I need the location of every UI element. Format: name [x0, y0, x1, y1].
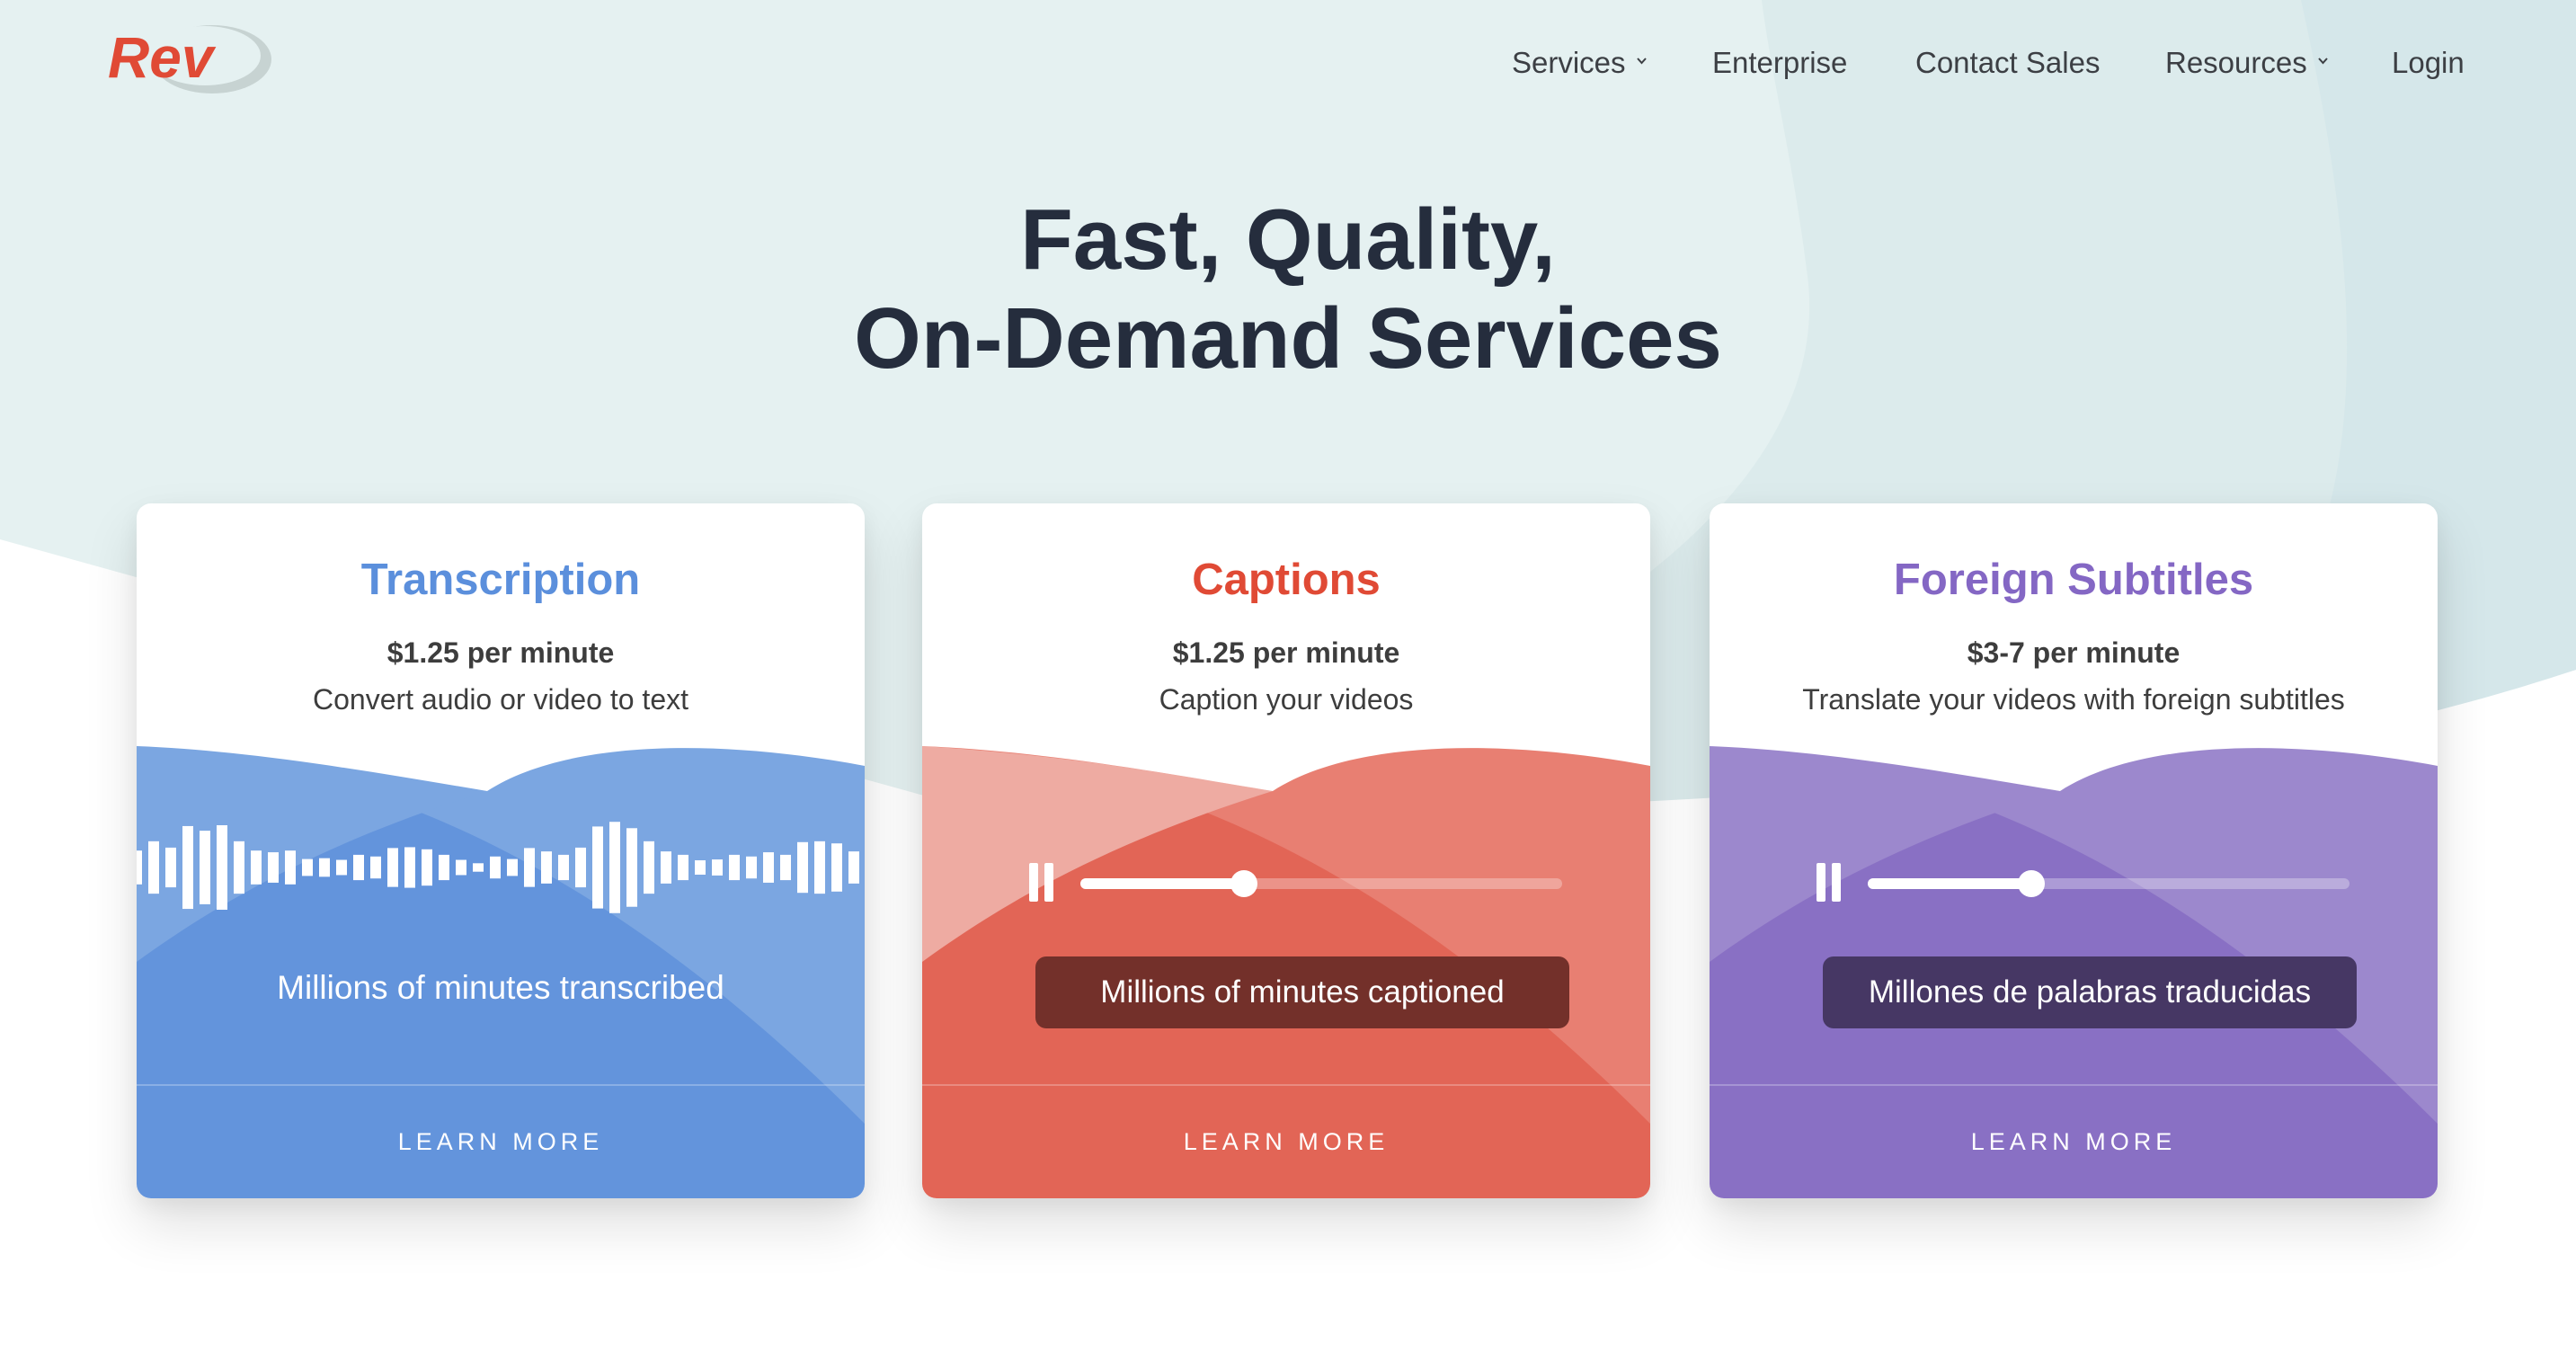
- learn-more-button[interactable]: LEARN MORE: [922, 1086, 1650, 1198]
- waveform-bar: [336, 859, 347, 876]
- card-description: Convert audio or video to text: [312, 683, 688, 716]
- nav-services-label: Services: [1512, 46, 1626, 79]
- card-stat: Millones de palabras traducidas: [1823, 956, 2357, 1028]
- waveform-bar: [370, 856, 381, 879]
- nav-contact-sales[interactable]: Contact Sales: [1915, 41, 2100, 85]
- waveform-bar: [661, 851, 671, 884]
- waveform-bar: [626, 828, 637, 907]
- waveform-bar: [609, 822, 620, 913]
- waveform-bar: [746, 856, 757, 879]
- waveform-bar: [575, 847, 586, 888]
- progress-slider[interactable]: [1080, 870, 1562, 897]
- progress-fill: [1080, 878, 1245, 889]
- waveform-bar: [695, 860, 706, 875]
- card-title: Foreign Subtitles: [1893, 556, 2254, 604]
- service-card-captions[interactable]: Captions $1.25 per minute Caption your v…: [922, 503, 1650, 1198]
- pause-button[interactable]: [1029, 863, 1054, 902]
- waveform-bar: [456, 859, 466, 876]
- card-stat: Millions of minutes captioned: [1035, 956, 1569, 1028]
- nav-enterprise-label: Enterprise: [1712, 46, 1848, 79]
- service-card-foreign-subtitles[interactable]: Foreign Subtitles $3-7 per minute Transl…: [1710, 503, 2438, 1198]
- waveform-bar: [200, 831, 210, 904]
- progress-fill: [1868, 878, 2032, 889]
- waveform-bar: [814, 841, 825, 894]
- waveform-bar: [353, 854, 364, 881]
- waveform-bar: [439, 854, 449, 881]
- waveform-bar: [644, 841, 654, 894]
- waveform-bar: [541, 851, 552, 884]
- waveform-bar: [387, 848, 398, 887]
- card-price: $1.25 per minute: [1172, 636, 1400, 669]
- waveform-bar: [148, 841, 159, 894]
- nav-enterprise[interactable]: Enterprise: [1712, 41, 1847, 85]
- audio-waveform: [137, 822, 859, 913]
- waveform-bar: [831, 843, 842, 892]
- page-title-line-1: Fast, Quality,: [1020, 191, 1556, 288]
- card-title: Transcription: [360, 556, 641, 604]
- pause-icon-bar: [1817, 863, 1825, 902]
- waveform-bar: [848, 851, 859, 884]
- pause-icon-bar: [1044, 863, 1053, 902]
- waveform-bar: [592, 826, 603, 909]
- learn-more-button[interactable]: LEARN MORE: [137, 1086, 865, 1198]
- card-stat: Millions of minutes transcribed: [277, 969, 724, 1006]
- waveform-bar: [797, 841, 808, 894]
- card-price: $3-7 per minute: [1967, 636, 2181, 669]
- waveform-bar: [780, 854, 791, 881]
- nav-contact-sales-label: Contact Sales: [1915, 46, 2101, 79]
- waveform-bar: [473, 863, 484, 872]
- top-nav: Services Enterprise Contact Sales Resour…: [0, 41, 2576, 85]
- waveform-bar: [729, 854, 740, 881]
- waveform-bar: [404, 847, 415, 888]
- chevron-down-icon: [2317, 57, 2328, 64]
- waveform-bar: [422, 849, 432, 886]
- nav-login[interactable]: Login: [2392, 41, 2465, 85]
- pause-button[interactable]: [1817, 863, 1842, 902]
- nav-resources[interactable]: Resources: [2165, 41, 2328, 85]
- waveform-bar: [234, 841, 244, 894]
- waveform-bar: [678, 854, 688, 881]
- chevron-down-icon: [1636, 57, 1647, 64]
- nav-login-label: Login: [2392, 46, 2465, 79]
- card-price: $1.25 per minute: [386, 636, 615, 669]
- nav-services[interactable]: Services: [1512, 41, 1647, 85]
- waveform-bar: [558, 854, 569, 881]
- pause-icon-bar: [1029, 863, 1038, 902]
- waveform-bar: [763, 852, 774, 883]
- learn-more-button[interactable]: LEARN MORE: [1710, 1086, 2438, 1198]
- nav-resources-label: Resources: [2165, 46, 2307, 79]
- waveform-bar: [524, 848, 535, 887]
- waveform-bar: [302, 858, 313, 876]
- waveform-bar: [182, 825, 193, 910]
- waveform-bar: [507, 858, 518, 876]
- waveform-bar: [251, 850, 262, 885]
- card-description: Caption your videos: [1159, 683, 1414, 716]
- progress-slider[interactable]: [1868, 870, 2349, 897]
- waveform-bar: [285, 850, 296, 885]
- waveform-bar: [137, 850, 142, 885]
- waveform-bar: [319, 858, 330, 877]
- waveform-bar: [712, 859, 723, 876]
- waveform-bar: [165, 847, 176, 888]
- waveform-bar: [268, 852, 279, 883]
- page-title: Fast, Quality, On-Demand Services: [0, 191, 2576, 388]
- page-title-line-2: On-Demand Services: [854, 290, 1722, 387]
- waveform-bar: [217, 825, 227, 910]
- card-title: Captions: [1192, 556, 1381, 604]
- pause-icon-bar: [1832, 863, 1841, 902]
- waveform-bar: [490, 856, 501, 879]
- card-description: Translate your videos with foreign subti…: [1802, 683, 2345, 716]
- service-card-transcription[interactable]: Transcription $1.25 per minute Convert a…: [137, 503, 865, 1198]
